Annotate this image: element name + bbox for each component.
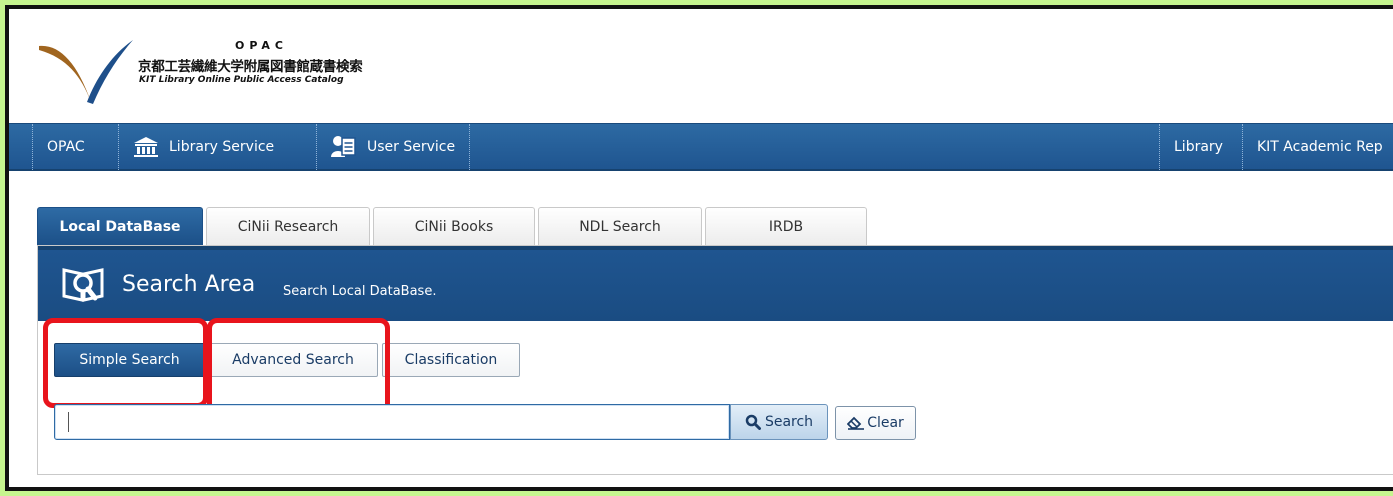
nav-item-library[interactable]: Library	[1159, 124, 1237, 170]
tab-cinii-books[interactable]: CiNii Books	[373, 207, 535, 245]
user-notepad-icon	[331, 136, 356, 157]
text-caret	[68, 412, 69, 432]
search-input[interactable]	[54, 404, 730, 440]
tab-ndl-search[interactable]: NDL Search	[538, 207, 702, 245]
search-icon	[745, 414, 761, 430]
nav-item-opac[interactable]: OPAC	[32, 124, 99, 170]
logo-title-jp: 京都工芸繊維大学附属図書館蔵書検索	[138, 59, 363, 75]
site-header: OPAC 京都工芸繊維大学附属図書館蔵書検索 KIT Library Onlin…	[9, 9, 1393, 123]
logo-opac-text: OPAC	[235, 39, 288, 52]
nav-item-label: KIT Academic Rep	[1257, 139, 1383, 155]
simple-search-button[interactable]: Simple Search	[54, 343, 205, 377]
advanced-search-button[interactable]: Advanced Search	[208, 343, 378, 377]
page: OPAC 京都工芸繊維大学附属図書館蔵書検索 KIT Library Onlin…	[9, 9, 1393, 487]
tab-irdb[interactable]: IRDB	[705, 207, 867, 245]
screenshot-frame: OPAC 京都工芸繊維大学附属図書館蔵書検索 KIT Library Onlin…	[5, 5, 1393, 491]
tab-cinii-research[interactable]: CiNii Research	[206, 207, 370, 245]
nav-item-label: User Service	[367, 139, 456, 155]
nav-item-label: Library Service	[169, 139, 275, 155]
clear-button[interactable]: Clear	[835, 406, 916, 440]
search-button[interactable]: Search	[730, 404, 828, 440]
library-building-icon	[134, 137, 158, 157]
main-nav: OPAC Library Service User Service Librar…	[9, 123, 1393, 171]
magnifier-book-icon	[62, 268, 104, 302]
logo-title-en: KIT Library Online Public Access Catalog	[139, 75, 344, 85]
nav-item-label: Library	[1174, 139, 1223, 155]
logo-icon[interactable]	[37, 36, 133, 106]
eraser-icon	[847, 416, 865, 430]
nav-item-user-service[interactable]: User Service	[316, 124, 471, 170]
clear-button-label: Clear	[867, 415, 904, 431]
search-panel: Search Area Search Local DataBase. Simpl…	[37, 245, 1393, 475]
classification-button[interactable]: Classification	[382, 343, 520, 377]
search-area-subtitle: Search Local DataBase.	[283, 284, 437, 299]
nav-item-label: OPAC	[47, 139, 85, 155]
search-area-title: Search Area	[122, 272, 256, 297]
search-button-label: Search	[764, 414, 814, 430]
tab-local-database[interactable]: Local DataBase	[37, 207, 203, 245]
nav-item-library-service[interactable]: Library Service	[118, 124, 288, 170]
nav-item-kit-academic-repository[interactable]: KIT Academic Rep	[1242, 124, 1393, 170]
search-area-header: Search Area Search Local DataBase.	[38, 246, 1393, 321]
